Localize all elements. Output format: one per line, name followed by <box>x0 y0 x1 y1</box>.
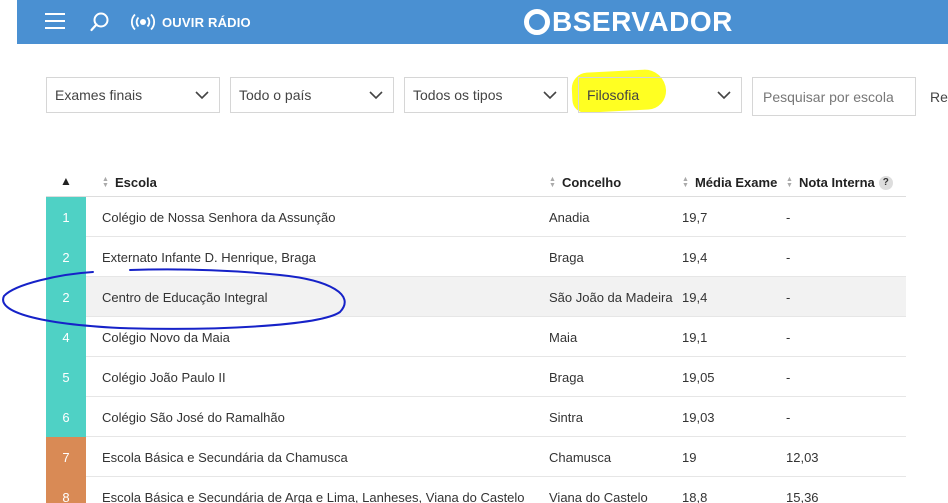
school-name: Colégio Novo da Maia <box>102 330 230 345</box>
radio-label: OUVIR RÁDIO <box>162 14 251 30</box>
sort-up-icon: ▲ <box>60 174 72 188</box>
top-bar: OUVIR RÁDIO BSERVADOR <box>17 0 948 44</box>
exam-average: 19,05 <box>682 370 715 385</box>
chevron-down-icon <box>717 91 731 100</box>
subject-select-value: Filosofia <box>587 87 640 103</box>
municipality: São João da Madeira <box>549 290 673 305</box>
sort-arrows-icon: ▲ ▼ <box>682 175 689 189</box>
observador-logo[interactable]: BSERVADOR <box>524 5 733 39</box>
search-icon[interactable] <box>89 11 111 33</box>
exam-average: 18,8 <box>682 490 708 503</box>
exam-average: 19,03 <box>682 410 715 425</box>
rank-badge: 1 <box>46 197 86 237</box>
municipality: Anadia <box>549 210 590 225</box>
exam-average: 19,4 <box>682 250 708 265</box>
school-column-header[interactable]: ▲ ▼ Escola <box>102 175 157 190</box>
rank-badge: 4 <box>46 317 86 357</box>
internal-grade: - <box>786 370 791 385</box>
sort-arrows-icon: ▲ ▼ <box>549 175 556 189</box>
rankings-table: ▲ ▲ ▼ Escola ▲ ▼ Concelho ▲ ▼ Média Exame ▲… <box>46 167 906 503</box>
rank-badge: 6 <box>46 397 86 437</box>
exam-average: 19,1 <box>682 330 708 345</box>
logo-o-mark <box>524 9 550 35</box>
municipality-column-header[interactable]: ▲ ▼ Concelho <box>549 175 621 190</box>
rank-badge: 2 <box>46 237 86 277</box>
municipality: Chamusca <box>549 450 612 465</box>
municipality: Viana do Castelo <box>549 490 648 503</box>
help-icon[interactable]: ? <box>878 175 893 190</box>
region-select[interactable]: Todo o país <box>230 77 394 113</box>
sort-arrows-icon: ▲ ▼ <box>102 175 109 189</box>
rank-badge: 5 <box>46 357 86 397</box>
chevron-down-icon <box>195 91 209 100</box>
exam-select[interactable]: Exames finais <box>46 77 220 113</box>
table-row[interactable]: 6 Colégio São José do Ramalhão Sintra 19,03… <box>46 397 906 437</box>
school-name: Escola Básica e Secundária de Arga e Lim… <box>102 490 525 503</box>
rank-badge: 7 <box>46 437 86 477</box>
exam-average: 19 <box>682 450 697 465</box>
exam-select-value: Exames finais <box>55 87 143 103</box>
internal-grade: 12,03 <box>786 450 819 465</box>
region-select-value: Todo o país <box>239 87 312 103</box>
municipality: Braga <box>549 250 584 265</box>
reset-link[interactable]: Res <box>930 89 948 105</box>
table-body: 1 Colégio de Nossa Senhora da Assunção Ana… <box>46 197 906 503</box>
rank-badge: 8 <box>46 477 86 503</box>
exam-avg-column-header[interactable]: ▲ ▼ Média Exame <box>682 175 777 190</box>
radio-broadcast-icon <box>131 13 155 31</box>
type-select-value: Todos os tipos <box>413 87 503 103</box>
internal-grade: - <box>786 290 791 305</box>
table-row[interactable]: 4 Colégio Novo da Maia Maia 19,1 - <box>46 317 906 357</box>
table-row[interactable]: 5 Colégio João Paulo II Braga 19,05 - <box>46 357 906 397</box>
internal-grade-column-header[interactable]: ▲ ▼ Nota Interna ? <box>786 175 893 190</box>
school-name: Colégio de Nossa Senhora da Assunção <box>102 210 336 225</box>
table-row[interactable]: 2 Centro de Educação Integral São João da … <box>46 277 906 317</box>
internal-grade: - <box>786 330 791 345</box>
chevron-down-icon <box>369 91 383 100</box>
exam-average: 19,7 <box>682 210 708 225</box>
school-name: Centro de Educação Integral <box>102 290 268 305</box>
chevron-down-icon <box>543 91 557 100</box>
school-name: Escola Básica e Secundária da Chamusca <box>102 450 348 465</box>
rank-badge: 2 <box>46 277 86 317</box>
internal-grade-header-label: Nota Interna <box>798 175 875 190</box>
exam-avg-header-label: Média Exame <box>694 175 778 190</box>
table-row[interactable]: 2 Externato Infante D. Henrique, Braga Bra… <box>46 237 906 277</box>
rank-sort-header[interactable]: ▲ <box>60 174 72 188</box>
table-row[interactable]: 8 Escola Básica e Secundária de Arga e Li… <box>46 477 906 503</box>
subject-select[interactable]: Filosofia <box>578 77 742 113</box>
sort-arrows-icon: ▲ ▼ <box>786 175 793 189</box>
internal-grade: - <box>786 410 791 425</box>
exam-average: 19,4 <box>682 290 708 305</box>
school-name: Externato Infante D. Henrique, Braga <box>102 250 316 265</box>
type-select[interactable]: Todos os tipos <box>404 77 568 113</box>
school-name: Colégio João Paulo II <box>102 370 226 385</box>
table-row[interactable]: 7 Escola Básica e Secundária da Chamusca C… <box>46 437 906 477</box>
municipality: Braga <box>549 370 584 385</box>
municipality: Maia <box>549 330 578 345</box>
menu-icon[interactable] <box>45 13 67 31</box>
internal-grade: - <box>786 210 791 225</box>
table-row[interactable]: 1 Colégio de Nossa Senhora da Assunção Ana… <box>46 197 906 237</box>
school-search-input[interactable] <box>752 77 916 116</box>
listen-radio-button[interactable]: OUVIR RÁDIO <box>130 11 251 33</box>
internal-grade: - <box>786 250 791 265</box>
school-header-label: Escola <box>114 175 157 190</box>
municipality: Sintra <box>549 410 583 425</box>
school-name: Colégio São José do Ramalhão <box>102 410 285 425</box>
municipality-header-label: Concelho <box>561 175 622 190</box>
logo-text: BSERVADOR <box>552 6 733 37</box>
internal-grade: 15,36 <box>786 490 819 503</box>
table-header: ▲ ▲ ▼ Escola ▲ ▼ Concelho ▲ ▼ Média Exame ▲… <box>46 167 906 197</box>
